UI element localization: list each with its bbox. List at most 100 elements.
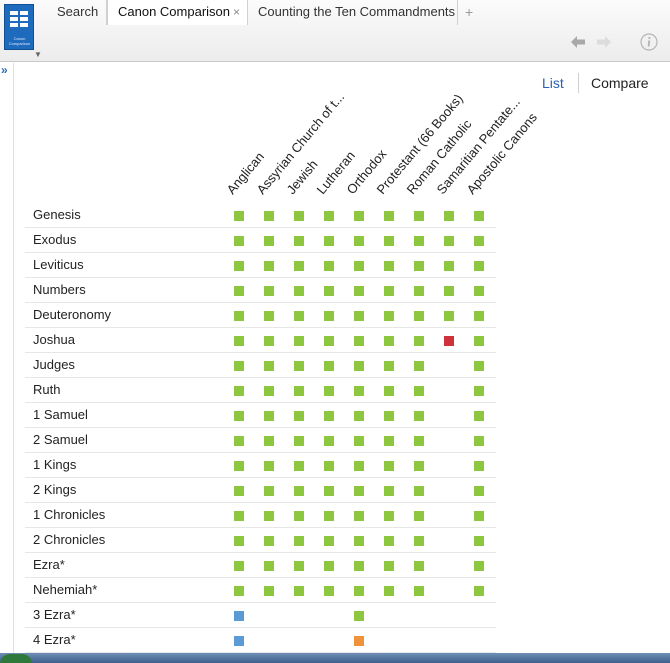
table-row[interactable]: Judges: [25, 353, 496, 378]
canon-status-marker: [414, 586, 424, 596]
canon-status-marker: [414, 486, 424, 496]
close-icon[interactable]: ×: [233, 0, 240, 24]
compare-view-link[interactable]: Compare: [591, 75, 649, 91]
start-button[interactable]: [0, 654, 32, 663]
table-row[interactable]: 3 Ezra*: [25, 603, 496, 628]
add-tab-icon[interactable]: +: [465, 0, 473, 24]
canon-status-marker: [354, 211, 364, 221]
canon-status-marker: [354, 561, 364, 571]
arrow-right-icon[interactable]: [596, 35, 612, 49]
canon-status-marker: [474, 236, 484, 246]
book-name: Genesis: [33, 207, 81, 222]
table-row[interactable]: Leviticus: [25, 253, 496, 278]
canon-status-marker: [414, 461, 424, 471]
taskbar: [0, 653, 670, 663]
book-name: 3 Ezra*: [33, 607, 76, 622]
canon-status-marker: [414, 386, 424, 396]
canon-status-marker: [234, 561, 244, 571]
canon-status-marker: [294, 511, 304, 521]
canon-status-marker: [384, 586, 394, 596]
canon-status-marker: [294, 461, 304, 471]
canon-status-marker: [384, 436, 394, 446]
canon-status-marker: [324, 436, 334, 446]
canon-status-marker: [264, 586, 274, 596]
canon-status-marker: [384, 311, 394, 321]
table-row[interactable]: 1 Samuel: [25, 403, 496, 428]
table-row[interactable]: Joshua: [25, 328, 496, 353]
canon-status-marker: [354, 636, 364, 646]
table-icon: [10, 11, 28, 27]
table-row[interactable]: Exodus: [25, 228, 496, 253]
table-row[interactable]: Numbers: [25, 278, 496, 303]
canon-status-marker: [294, 286, 304, 296]
canon-status-marker: [414, 286, 424, 296]
info-icon[interactable]: [640, 33, 658, 51]
table-row[interactable]: 1 Chronicles: [25, 503, 496, 528]
tab-search[interactable]: Search: [47, 0, 107, 25]
table-row[interactable]: Ezra*: [25, 553, 496, 578]
table-row[interactable]: Deuteronomy: [25, 303, 496, 328]
canon-comparison-app-icon[interactable]: Canon Comparison: [4, 4, 34, 50]
book-name: 1 Kings: [33, 457, 77, 472]
canon-status-marker: [324, 536, 334, 546]
book-name: 1 Samuel: [33, 407, 88, 422]
canon-status-marker: [294, 336, 304, 346]
canon-status-marker: [444, 336, 454, 346]
canon-status-marker: [474, 586, 484, 596]
canon-status-marker: [414, 561, 424, 571]
canon-status-marker: [384, 336, 394, 346]
canon-status-marker: [234, 236, 244, 246]
tab-canon-comparison[interactable]: Canon Comparison ×: [107, 0, 248, 25]
canon-status-marker: [234, 211, 244, 221]
table-row[interactable]: 2 Chronicles: [25, 528, 496, 553]
canon-status-marker: [264, 411, 274, 421]
canon-status-marker: [264, 236, 274, 246]
table-row[interactable]: Nehemiah*: [25, 578, 496, 603]
canon-status-marker: [324, 286, 334, 296]
table-row[interactable]: Ruth: [25, 378, 496, 403]
canon-status-marker: [384, 486, 394, 496]
canon-status-marker: [354, 486, 364, 496]
canon-status-marker: [324, 486, 334, 496]
arrow-left-icon[interactable]: [570, 35, 586, 49]
table-row[interactable]: 2 Samuel: [25, 428, 496, 453]
table-row[interactable]: 4 Ezra*: [25, 628, 496, 653]
canon-status-marker: [414, 436, 424, 446]
table-row[interactable]: Genesis: [25, 203, 496, 228]
expand-panel-icon[interactable]: »: [1, 63, 8, 77]
canon-status-marker: [474, 361, 484, 371]
canon-status-marker: [234, 336, 244, 346]
canon-status-marker: [354, 311, 364, 321]
canon-status-marker: [414, 336, 424, 346]
canon-status-marker: [444, 211, 454, 221]
canon-status-marker: [294, 311, 304, 321]
canon-status-marker: [264, 386, 274, 396]
canon-status-marker: [324, 386, 334, 396]
canon-status-marker: [234, 311, 244, 321]
book-name: Ezra*: [33, 557, 65, 572]
canon-status-marker: [234, 261, 244, 271]
canon-status-marker: [234, 411, 244, 421]
canon-status-marker: [474, 561, 484, 571]
chevron-down-icon[interactable]: ▼: [34, 50, 42, 59]
canon-status-marker: [354, 336, 364, 346]
canon-status-marker: [354, 386, 364, 396]
table-row[interactable]: 2 Kings: [25, 478, 496, 503]
list-view-link[interactable]: List: [542, 75, 564, 91]
book-name: Exodus: [33, 232, 77, 247]
canon-status-marker: [414, 236, 424, 246]
canon-status-marker: [324, 461, 334, 471]
canon-status-marker: [354, 411, 364, 421]
canon-status-marker: [264, 461, 274, 471]
canon-status-marker: [324, 411, 334, 421]
canon-status-marker: [264, 336, 274, 346]
tab-counting-the-ten-commandments[interactable]: Counting the Ten Commandments: [248, 0, 458, 25]
canon-status-marker: [294, 561, 304, 571]
table-row[interactable]: 1 Kings: [25, 453, 496, 478]
tab-label: Canon Comparison: [118, 4, 231, 19]
tab-bar: Canon Comparison ▼ Search Canon Comparis…: [0, 0, 670, 62]
canon-status-marker: [384, 411, 394, 421]
book-name: Leviticus: [33, 257, 84, 272]
canon-status-marker: [264, 286, 274, 296]
canon-status-marker: [354, 611, 364, 621]
